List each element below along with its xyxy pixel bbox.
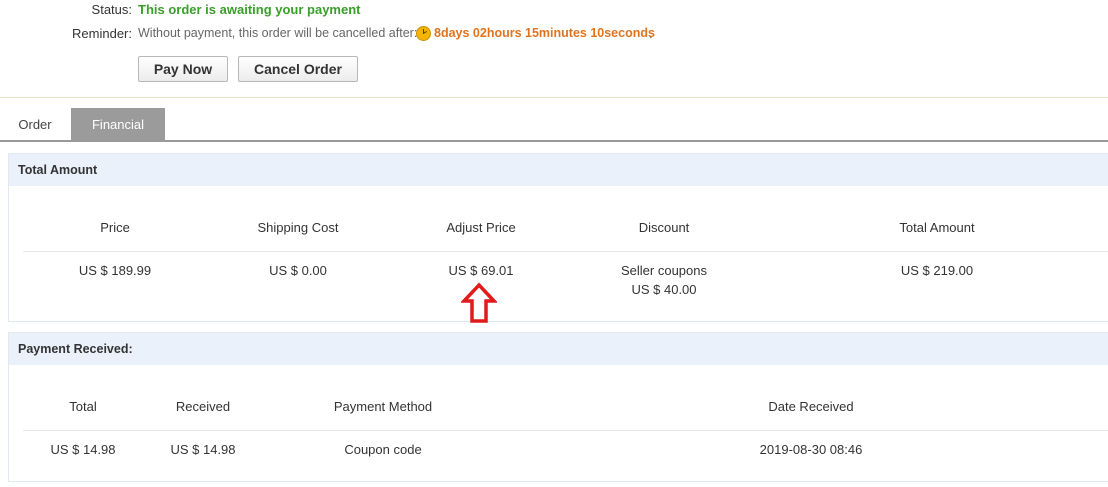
reminder-label: Reminder: [72, 26, 132, 41]
cancel-order-button[interactable]: Cancel Order [238, 56, 358, 82]
total-amount-header: Total Amount [899, 220, 975, 235]
red-up-arrow-icon [461, 282, 497, 323]
status-value: This order is awaiting your payment [138, 2, 361, 17]
date-received-header: Date Received [768, 399, 854, 414]
clock-icon [416, 26, 431, 41]
tab-order[interactable]: Order [0, 108, 70, 140]
table-divider [23, 251, 1108, 252]
adjust-price-value: US $ 69.01 [448, 263, 514, 278]
table-cell-total: US $ 14.98 [50, 442, 116, 457]
payment-received-title: Payment Received: [9, 333, 1108, 365]
countdown-suffix: . [649, 26, 653, 41]
table-divider [23, 430, 1108, 431]
discount-header: Discount [638, 220, 690, 235]
tab-bar: Order Financial [0, 108, 1108, 142]
pay-now-button[interactable]: Pay Now [138, 56, 228, 82]
received-header: Received [175, 399, 231, 414]
table-cell-date-received: 2019-08-30 08:46 [759, 442, 863, 457]
total-amount-panel: Total Amount Price Shipping Cost Adjust … [8, 153, 1108, 323]
payment-method-header: Payment Method [333, 399, 433, 414]
total-amount-value: US $ 219.00 [900, 263, 974, 278]
table-cell-received: US $ 14.98 [170, 442, 236, 457]
shipping-cost-header: Shipping Cost [257, 220, 339, 235]
adjust-price-header: Adjust Price [446, 220, 516, 235]
countdown-timer: 8days 02hours 15minutes 10seconds [434, 26, 655, 40]
divider [0, 97, 1108, 98]
reminder-row: Reminder: Without payment, this order wi… [0, 26, 1108, 44]
status-row: Status: This order is awaiting your paym… [0, 2, 1108, 20]
price-header: Price [100, 220, 130, 235]
tab-financial[interactable]: Financial [71, 108, 165, 140]
payment-received-panel: Payment Received: Total Received Payment… [8, 332, 1108, 482]
status-label: Status: [91, 2, 132, 17]
total-amount-title: Total Amount [9, 154, 1108, 186]
table-cell-payment-method: Coupon code [344, 442, 422, 457]
discount-label: Seller coupons [621, 263, 707, 278]
discount-value: US $ 40.00 [631, 282, 697, 297]
total-header: Total [69, 399, 97, 414]
reminder-text: Without payment, this order will be canc… [138, 26, 418, 40]
shipping-cost-value: US $ 0.00 [269, 263, 327, 278]
price-value: US $ 189.99 [78, 263, 152, 278]
